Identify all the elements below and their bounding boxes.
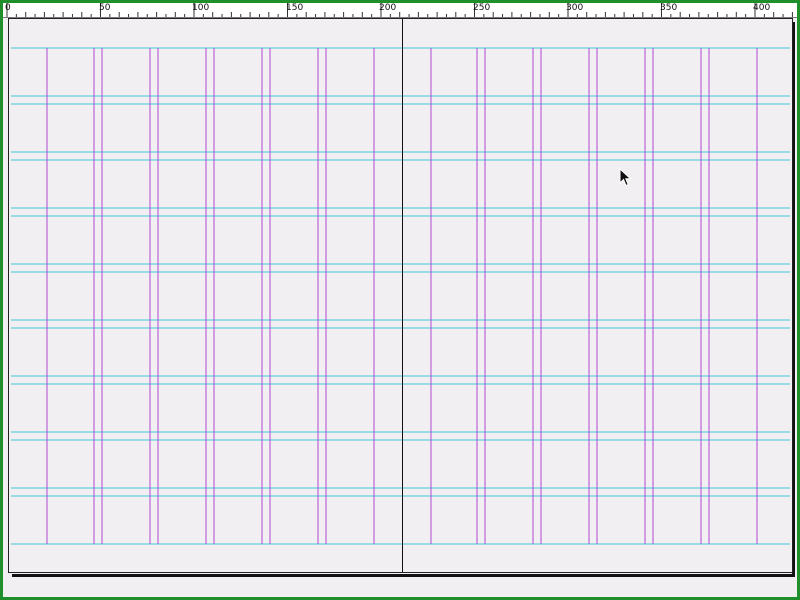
spread-spine — [402, 19, 403, 572]
ruler-label-150: 150 — [286, 3, 304, 13]
ruler-label-250: 250 — [473, 3, 491, 13]
ruler-ticks — [6, 3, 793, 17]
document-spread[interactable] — [8, 18, 793, 573]
ruler-label-100: 100 — [192, 3, 210, 13]
ruler-label-400: 400 — [753, 3, 771, 13]
ruler-label-300: 300 — [566, 3, 584, 13]
window-frame: 0 50 100 150 200 250 300 350 400 — [0, 0, 800, 600]
ruler-label-200: 200 — [379, 3, 397, 13]
spread-shadow-bottom — [12, 574, 795, 577]
ruler-label-0: 0 — [5, 3, 11, 13]
arrow-cursor-icon — [619, 168, 632, 187]
ruler-label-50: 50 — [99, 3, 111, 13]
horizontal-ruler[interactable]: 0 50 100 150 200 250 300 350 400 — [3, 3, 797, 18]
guide-grid — [11, 47, 790, 545]
ruler-label-350: 350 — [660, 3, 678, 13]
